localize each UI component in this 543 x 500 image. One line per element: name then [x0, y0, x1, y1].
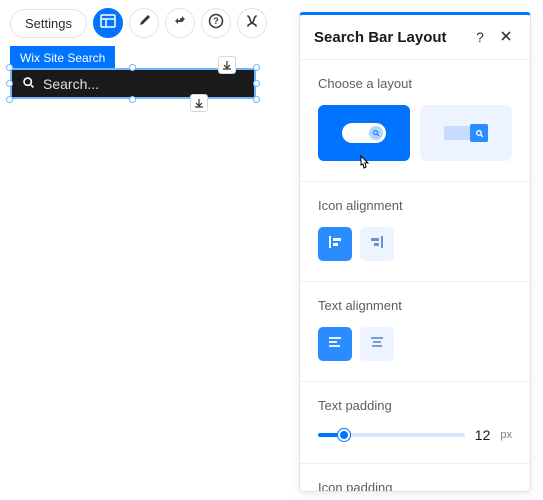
- text-align-left-button[interactable]: [318, 327, 352, 361]
- panel-body: Choose a layout Icon alignment: [300, 60, 530, 491]
- help-icon: ?: [208, 13, 224, 34]
- section-label: Icon padding: [318, 480, 512, 491]
- animation-icon: [172, 13, 188, 34]
- settings-button[interactable]: Settings: [10, 9, 87, 38]
- section-text-padding: Text padding 12 px: [300, 382, 530, 464]
- help-icon: ?: [476, 29, 484, 45]
- resize-handle[interactable]: [253, 80, 260, 87]
- resize-handle[interactable]: [129, 96, 136, 103]
- brush-icon: [136, 13, 152, 34]
- section-label: Text padding: [318, 398, 512, 413]
- drag-handle-bottom[interactable]: [190, 94, 208, 112]
- panel-close-button[interactable]: [496, 27, 516, 47]
- text-align-center-icon: [369, 334, 385, 355]
- resize-handle[interactable]: [6, 80, 13, 87]
- floating-toolbar: Settings ?: [10, 8, 267, 38]
- resize-handle[interactable]: [129, 64, 136, 71]
- section-label: Choose a layout: [318, 76, 512, 91]
- close-icon: [500, 29, 512, 45]
- layout-option-rounded[interactable]: [318, 105, 410, 161]
- section-icon-padding: Icon padding: [300, 464, 530, 491]
- resize-handle[interactable]: [6, 64, 13, 71]
- resize-handle[interactable]: [6, 96, 13, 103]
- panel-title: Search Bar Layout: [314, 29, 464, 46]
- section-label: Text alignment: [318, 298, 512, 313]
- section-icon-alignment: Icon alignment: [300, 182, 530, 282]
- text-padding-value: 12: [475, 427, 491, 443]
- align-right-icon: [369, 234, 385, 255]
- help-tool-button[interactable]: ?: [201, 8, 231, 38]
- icon-align-left-button[interactable]: [318, 227, 352, 261]
- layout-preview-icon: [342, 123, 386, 143]
- text-align-left-icon: [327, 334, 343, 355]
- section-label: Icon alignment: [318, 198, 512, 213]
- stretch-icon: [244, 13, 260, 34]
- layout-icon: [100, 13, 116, 34]
- panel-header: Search Bar Layout ?: [300, 15, 530, 60]
- resize-handle[interactable]: [253, 64, 260, 71]
- search-placeholder-text: Search...: [43, 76, 99, 92]
- svg-text:?: ?: [213, 16, 219, 26]
- text-padding-slider[interactable]: [318, 433, 465, 437]
- drag-handle-top[interactable]: [218, 56, 236, 74]
- stretch-tool-button[interactable]: [237, 8, 267, 38]
- resize-handle[interactable]: [253, 96, 260, 103]
- icon-align-right-button[interactable]: [360, 227, 394, 261]
- section-text-alignment: Text alignment: [300, 282, 530, 382]
- text-align-center-button[interactable]: [360, 327, 394, 361]
- search-icon: [22, 76, 35, 92]
- align-left-icon: [327, 234, 343, 255]
- layout-panel: Search Bar Layout ? Choose a layout: [299, 12, 531, 492]
- text-padding-unit: px: [500, 429, 512, 441]
- layout-preview-icon: [444, 123, 488, 143]
- slider-thumb[interactable]: [338, 429, 350, 441]
- design-tool-button[interactable]: [129, 8, 159, 38]
- animation-tool-button[interactable]: [165, 8, 195, 38]
- layout-option-boxed[interactable]: [420, 105, 512, 161]
- panel-help-button[interactable]: ?: [470, 27, 490, 47]
- layout-tool-button[interactable]: [93, 8, 123, 38]
- section-choose-layout: Choose a layout: [300, 60, 530, 182]
- selection-label: Wix Site Search: [10, 46, 115, 70]
